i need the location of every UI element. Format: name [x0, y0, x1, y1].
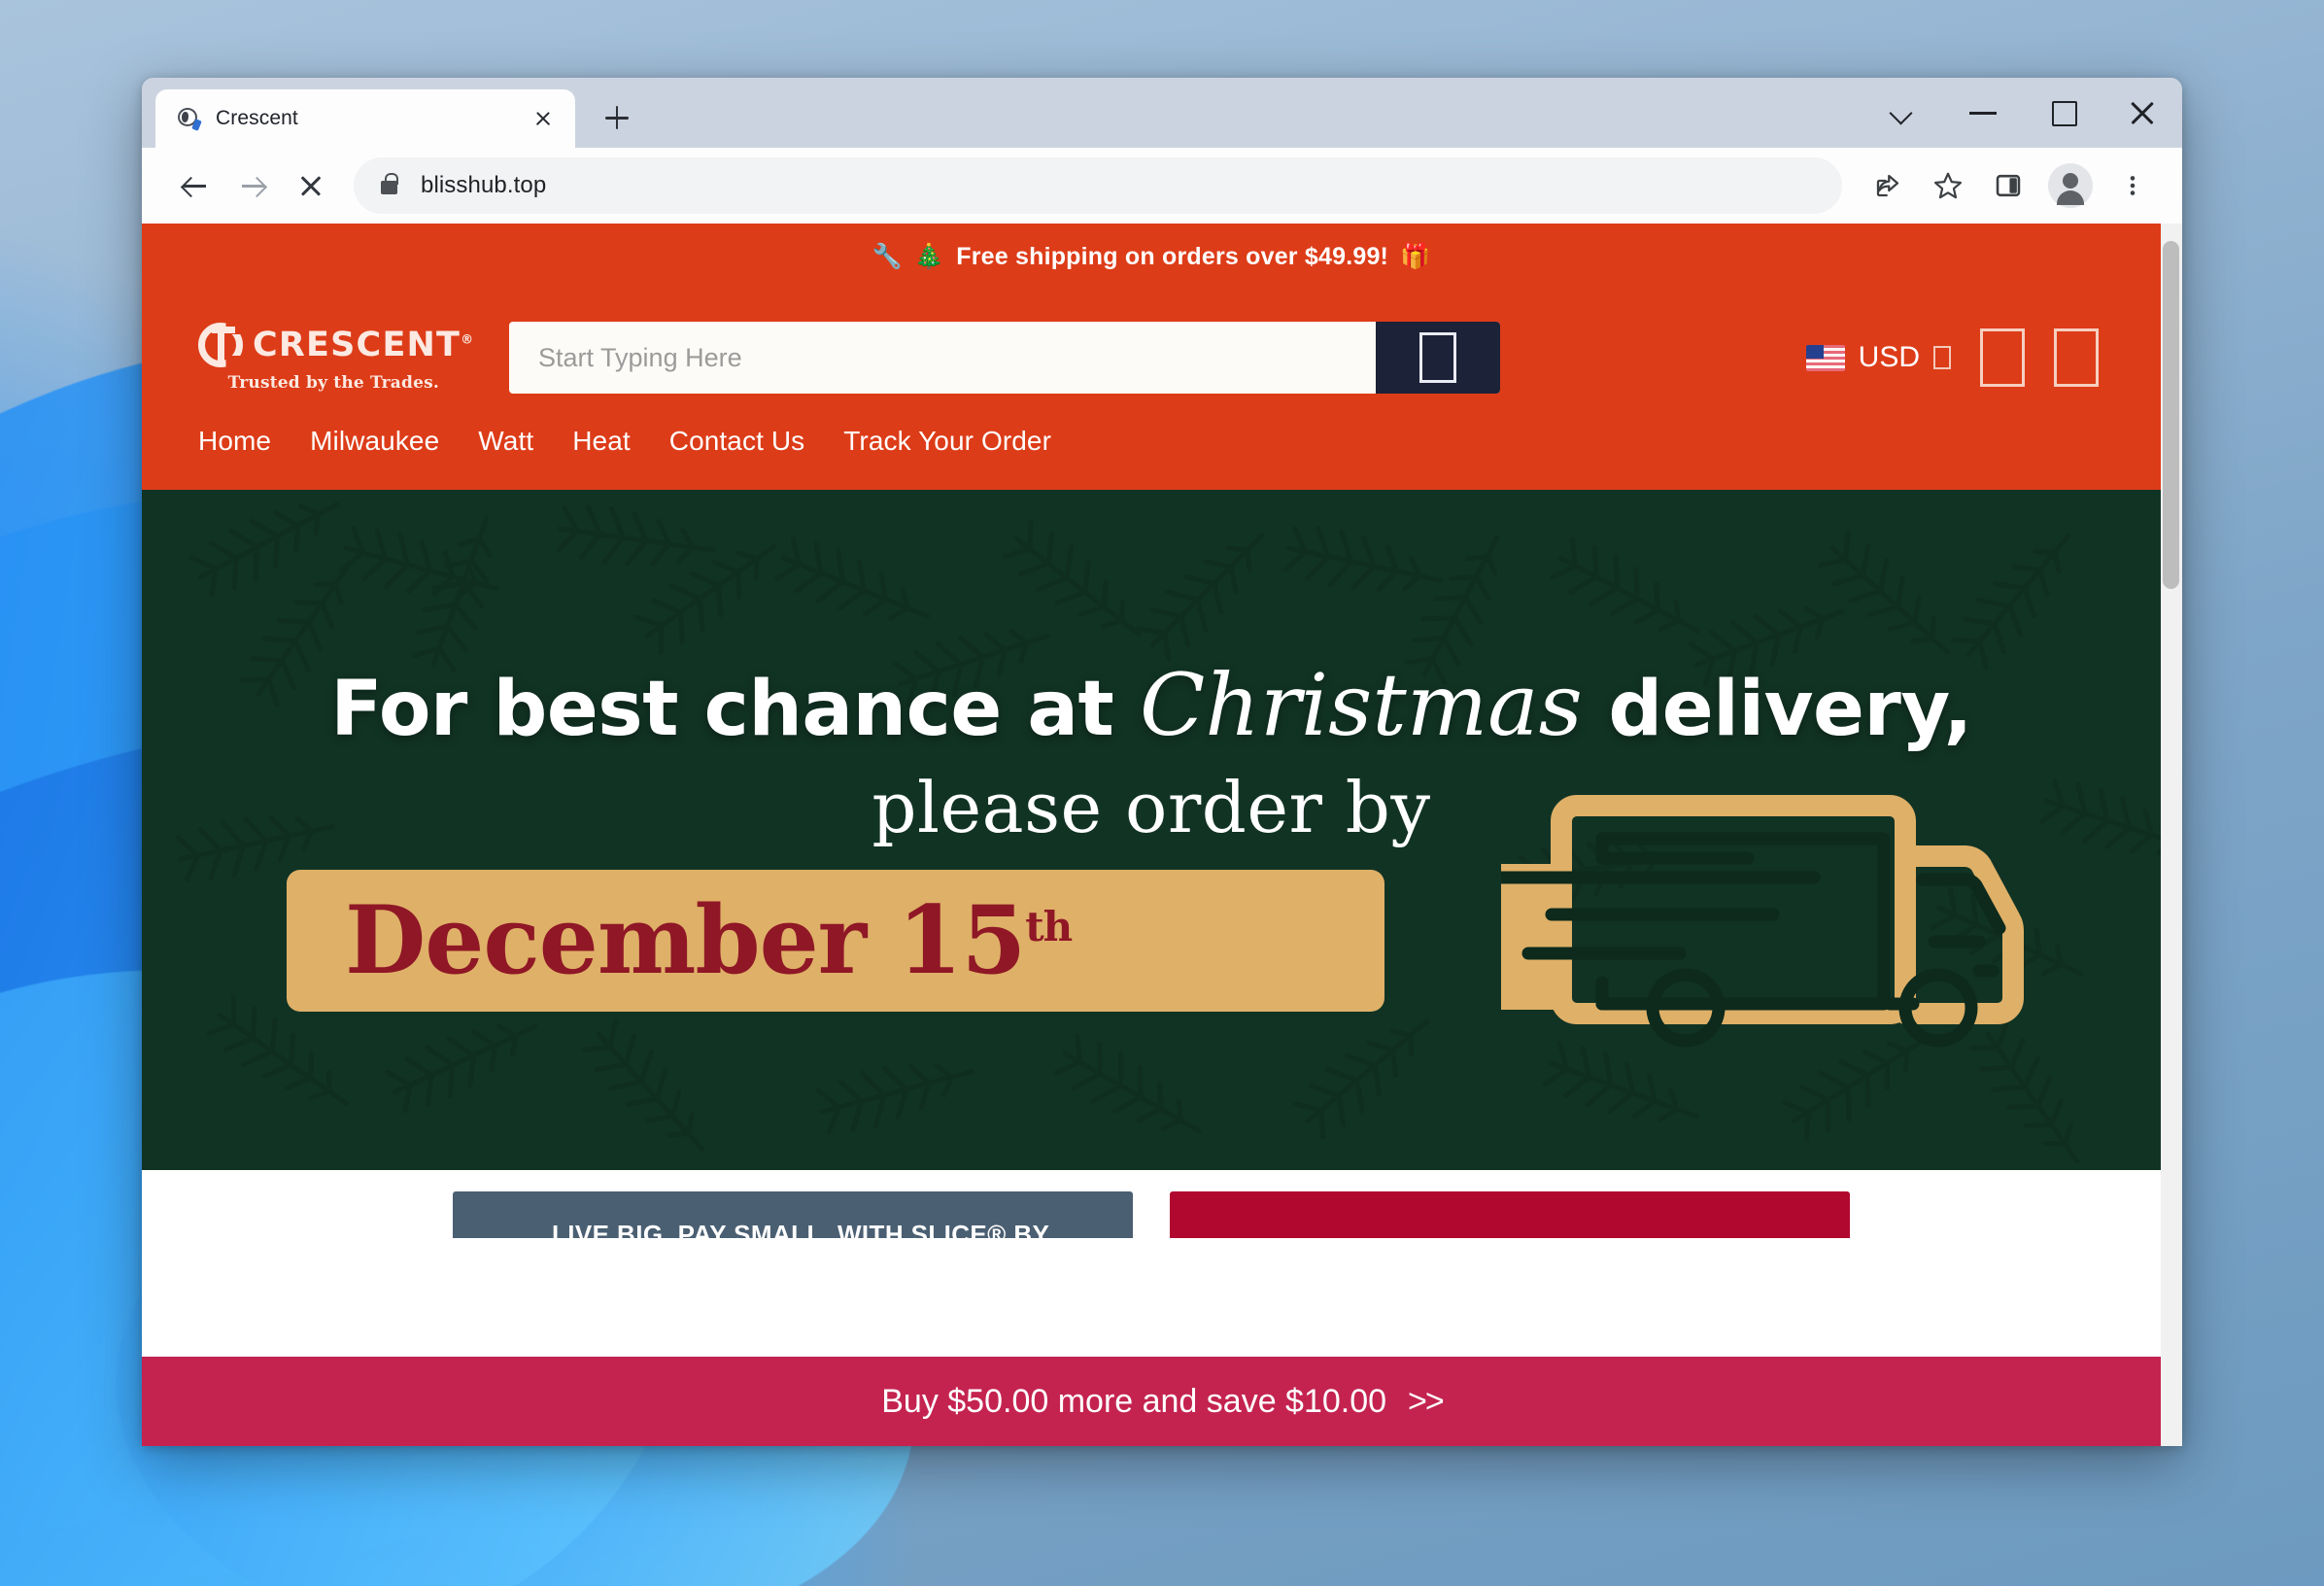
promo-slice-label: LIVE BIG. PAY SMALL. WITH SLICE® BY ENBO: [552, 1220, 1049, 1238]
browser-window: Crescent blisshub.top 🔧 🎄 Free shipping …: [142, 78, 2182, 1446]
nav-item-contact-us[interactable]: Contact Us: [669, 426, 805, 457]
hero-subline: please order by: [872, 766, 1431, 848]
side-panel-icon[interactable]: [1980, 157, 2036, 214]
savings-bar-chevron-icon: >>: [1408, 1382, 1445, 1420]
maximize-icon[interactable]: [2023, 78, 2102, 148]
minimize-icon[interactable]: [1943, 78, 2023, 148]
search-bar[interactable]: [509, 322, 1500, 394]
nav-item-home[interactable]: Home: [198, 426, 271, 457]
avatar-icon[interactable]: [2048, 163, 2093, 208]
search-icon: [1419, 332, 1456, 383]
currency-label: USD: [1858, 341, 1920, 373]
vertical-scrollbar[interactable]: [2161, 224, 2182, 1446]
search-button[interactable]: [1376, 322, 1500, 394]
share-icon[interactable]: [1860, 157, 1916, 214]
search-input[interactable]: [509, 322, 1376, 394]
wrench-icon: 🔧: [872, 242, 903, 270]
logo-wordmark: CRESCENT®: [253, 325, 475, 364]
cart-icon[interactable]: [2054, 328, 2099, 387]
promo-slice-banner[interactable]: LIVE BIG. PAY SMALL. WITH SLICE® BY ENBO: [453, 1191, 1133, 1238]
lock-icon: [381, 173, 398, 194]
nav-item-watt[interactable]: Watt: [478, 426, 533, 457]
savings-bar-text: Buy $50.00 more and save $10.00: [881, 1382, 1387, 1420]
tab-title: Crescent: [216, 107, 298, 129]
hero-date-pill: December 15th: [287, 869, 1384, 1012]
plus-icon[interactable]: [595, 95, 639, 140]
close-icon[interactable]: [2102, 78, 2182, 148]
promo-rewards-label: GET THE GOODS. EARN REWARDS: [1326, 1235, 1769, 1239]
header-actions: USD: [1805, 328, 2106, 387]
chevron-down-icon[interactable]: [1863, 78, 1943, 148]
stop-x-icon[interactable]: [284, 158, 338, 213]
crescent-mark-icon: [198, 323, 243, 367]
hero-date-row: December 15th: [287, 794, 2024, 1047]
currency-selector[interactable]: USD: [1805, 341, 1951, 374]
page-viewport: 🔧 🎄 Free shipping on orders over $49.99!…: [142, 224, 2182, 1446]
address-bar[interactable]: blisshub.top: [354, 157, 1842, 214]
nav-item-track-your-order[interactable]: Track Your Order: [843, 426, 1051, 457]
hero-content: For best chance at Christmas delivery, p…: [142, 490, 2161, 1170]
gift-icon: 🎁: [1400, 242, 1431, 270]
back-arrow-icon[interactable]: [167, 158, 222, 213]
scrollbar-thumb[interactable]: [2163, 241, 2179, 589]
site-logo[interactable]: CRESCENT® Trusted by the Trades.: [198, 323, 473, 393]
main-navigation: Home Milwaukee Watt Heat Contact Us Trac…: [142, 426, 2161, 490]
delivery-truck-icon: [1501, 794, 2024, 1047]
globe-icon: [177, 107, 202, 131]
three-dots-icon[interactable]: [2104, 157, 2161, 214]
nav-item-heat[interactable]: Heat: [572, 426, 631, 457]
close-icon[interactable]: [529, 104, 558, 133]
announcement-bar: 🔧 🎄 Free shipping on orders over $49.99!…: [142, 224, 2161, 290]
page-content: 🔧 🎄 Free shipping on orders over $49.99!…: [142, 224, 2161, 1238]
nav-item-milwaukee[interactable]: Milwaukee: [310, 426, 439, 457]
desktop-background: Crescent blisshub.top 🔧 🎄 Free shipping …: [0, 0, 2324, 1586]
promo-rewards-banner[interactable]: GET THE GOODS. EARN REWARDS: [1170, 1191, 1850, 1238]
star-icon[interactable]: [1920, 157, 1976, 214]
chevron-down-icon: [1933, 346, 1951, 369]
savings-bar[interactable]: Buy $50.00 more and save $10.00 >>: [142, 1357, 2182, 1446]
browser-tab[interactable]: Crescent: [155, 89, 575, 148]
site-header: CRESCENT® Trusted by the Trades. Start T…: [142, 290, 2161, 426]
hero-date-text: December 15th: [345, 884, 1073, 995]
hero-headline-script: Christmas: [1139, 654, 1583, 755]
hero-banner[interactable]: For best chance at Christmas delivery, p…: [142, 490, 2161, 1170]
hero-date-suffix: th: [1025, 902, 1073, 950]
hero-headline-part2: delivery,: [1582, 665, 1972, 753]
account-icon[interactable]: [1980, 328, 2025, 387]
tab-strip: Crescent: [142, 78, 2182, 148]
us-flag-icon: [1805, 344, 1845, 371]
forward-arrow-icon: [225, 158, 280, 213]
hero-headline-part1: For best chance at: [330, 665, 1140, 753]
announcement-text: Free shipping on orders over $49.99!: [956, 242, 1389, 270]
browser-toolbar: blisshub.top: [142, 148, 2182, 224]
logo-tagline: Trusted by the Trades.: [227, 373, 439, 393]
christmas-tree-icon: 🎄: [913, 242, 945, 270]
promo-strip-row: LIVE BIG. PAY SMALL. WITH SLICE® BY ENBO…: [142, 1170, 2161, 1238]
url-text: blisshub.top: [421, 172, 547, 198]
window-controls: [1863, 78, 2182, 148]
hero-headline: For best chance at Christmas delivery,: [330, 655, 1972, 755]
